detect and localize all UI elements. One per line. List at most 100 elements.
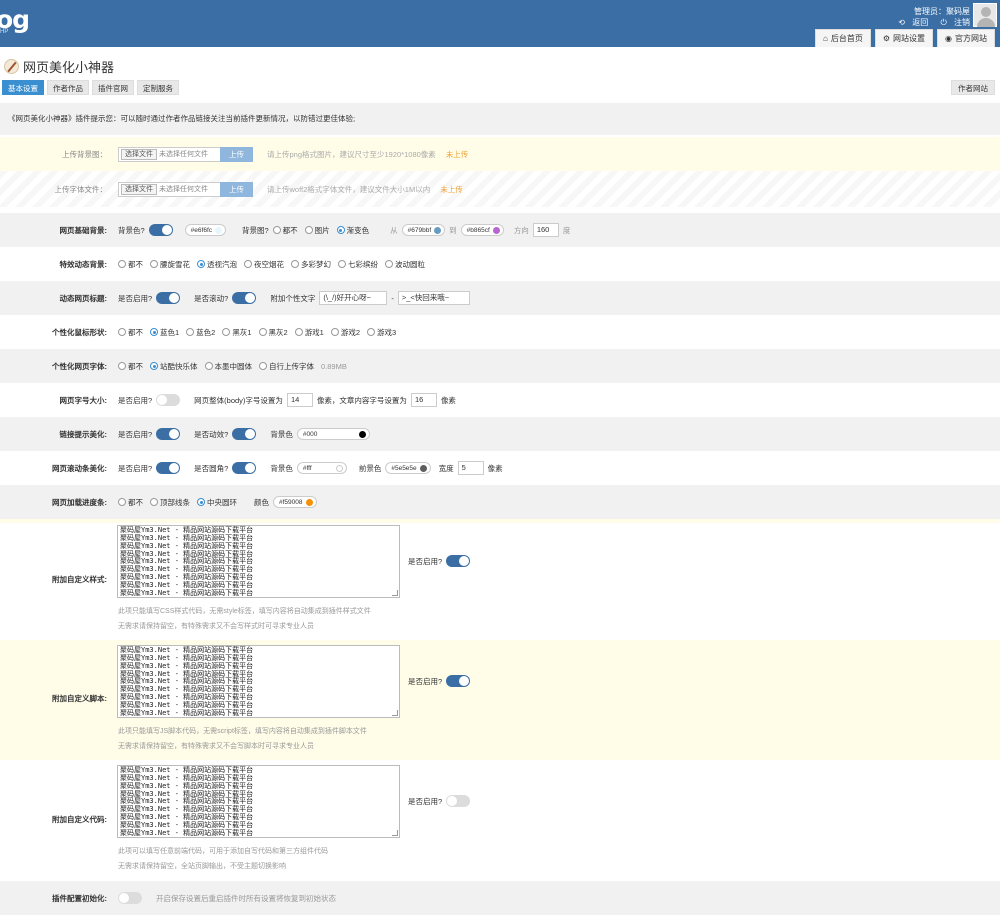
- radio[interactable]: [304, 226, 313, 234]
- radio[interactable]: [204, 362, 213, 370]
- link-toggle[interactable]: [156, 428, 181, 440]
- font-option[interactable]: 都不: [118, 361, 143, 372]
- radio[interactable]: [367, 328, 376, 336]
- body-size-input[interactable]: 14: [286, 393, 313, 407]
- cursor-option[interactable]: 蓝色1: [150, 327, 179, 338]
- radio[interactable]: [118, 362, 126, 370]
- dynamic-title-toggle[interactable]: [156, 292, 181, 304]
- radio[interactable]: [244, 260, 252, 268]
- progress-color-picker[interactable]: #f59008: [273, 496, 317, 508]
- effect-option[interactable]: 都不: [118, 259, 143, 270]
- cursor-option[interactable]: 都不: [118, 327, 143, 338]
- radio[interactable]: [222, 328, 231, 336]
- cursor-option[interactable]: 黑灰2: [258, 327, 288, 338]
- cursor-option[interactable]: 游戏3: [367, 327, 396, 338]
- custom-js-textarea[interactable]: 聚码屋Ym3.Net - 精品网站源码下载平台 聚码屋Ym3.Net - 精品网站…: [117, 645, 400, 718]
- font-size-toggle[interactable]: [156, 394, 181, 406]
- progress-option[interactable]: 都不: [118, 497, 143, 508]
- radio[interactable]: [150, 328, 158, 336]
- progress-option[interactable]: 中央圆环: [197, 497, 237, 508]
- back-link[interactable]: ⟲ 返回: [893, 18, 928, 27]
- font-option[interactable]: 站酷快乐体: [150, 361, 198, 372]
- to-color-picker[interactable]: #b865cf: [460, 224, 504, 236]
- effect-option[interactable]: 七彩缤纷: [338, 259, 378, 270]
- avatar[interactable]: [973, 3, 997, 27]
- bg-color-picker[interactable]: #e6f6fc: [184, 224, 226, 236]
- nav-admin-home[interactable]: ⌂ 后台首页: [815, 29, 871, 47]
- radio[interactable]: [291, 260, 299, 268]
- radio[interactable]: [118, 328, 126, 336]
- direction-label: 方向: [513, 225, 529, 235]
- radio[interactable]: [197, 260, 205, 268]
- scrollbar-width-input[interactable]: 5: [457, 461, 484, 475]
- font-option[interactable]: 自行上传字体: [259, 361, 314, 372]
- effect-option[interactable]: 波动圆粒: [385, 259, 425, 270]
- custom-code-textarea[interactable]: 聚码屋Ym3.Net - 精品网站源码下载平台 聚码屋Ym3.Net - 精品网站…: [117, 765, 400, 838]
- title-text-input-2[interactable]: >_<快回来哦~: [397, 291, 470, 305]
- radio[interactable]: [294, 328, 303, 336]
- radio[interactable]: [197, 498, 205, 506]
- link-bg-color-picker[interactable]: #000: [296, 428, 370, 440]
- resize-grip[interactable]: [392, 710, 398, 716]
- radio[interactable]: [118, 260, 126, 268]
- bg-option-none[interactable]: 都不: [272, 225, 298, 236]
- title-text-input-1[interactable]: (\_/)好开心呀~: [319, 291, 388, 305]
- tab-custom-service[interactable]: 定制服务: [137, 80, 179, 95]
- custom-css-textarea[interactable]: 聚码屋Ym3.Net - 精品网站源码下载平台 聚码屋Ym3.Net - 精品网站…: [117, 525, 400, 598]
- custom-code-toggle[interactable]: [446, 795, 471, 807]
- scrollbar-toggle[interactable]: [156, 462, 181, 474]
- effect-option[interactable]: 夜空烟花: [244, 259, 284, 270]
- choose-file-button[interactable]: 选择文件: [121, 148, 157, 160]
- font-file-input[interactable]: 选择文件 未选择任何文件: [118, 181, 221, 197]
- radio[interactable]: [118, 498, 126, 506]
- nav-site-settings[interactable]: ⚙ 网站设置: [874, 29, 934, 47]
- resize-grip[interactable]: [392, 830, 398, 836]
- custom-js-toggle[interactable]: [446, 675, 471, 687]
- radio[interactable]: [338, 260, 346, 268]
- direction-input[interactable]: 160: [532, 223, 559, 237]
- cursor-option[interactable]: 游戏1: [294, 327, 324, 338]
- scroll-toggle[interactable]: [232, 292, 257, 304]
- bg-file-input[interactable]: 选择文件 未选择任何文件: [118, 146, 221, 162]
- content-size-input[interactable]: 16: [410, 393, 437, 407]
- radio[interactable]: [150, 362, 158, 370]
- cursor-option[interactable]: 黑灰1: [222, 327, 252, 338]
- resize-grip[interactable]: [392, 590, 398, 596]
- scrollbar-bg-picker[interactable]: #fff: [296, 462, 347, 474]
- radio[interactable]: [336, 226, 345, 234]
- bg-color-toggle[interactable]: [148, 224, 173, 236]
- radio[interactable]: [150, 498, 158, 506]
- radio[interactable]: [330, 328, 339, 336]
- reset-toggle[interactable]: [118, 892, 142, 904]
- cursor-option[interactable]: 游戏2: [330, 327, 360, 338]
- effect-option[interactable]: 腰旋雪花: [150, 259, 190, 270]
- dynamic-title-row: 动态网页标题: 是否启用? 是否滚动? 附加个性文字 (\_/)好开心呀~ - …: [0, 281, 1000, 315]
- font-option[interactable]: 本墨中圆体: [204, 361, 252, 372]
- tab-author-works[interactable]: 作者作品: [47, 80, 89, 95]
- from-color-picker[interactable]: #679bbf: [401, 224, 446, 236]
- progress-option[interactable]: 顶部线条: [150, 497, 190, 508]
- tab-basic-settings[interactable]: 基本设置: [2, 80, 44, 95]
- scrollbar-fg-picker[interactable]: #5e5e5e: [385, 462, 431, 474]
- bg-option-image[interactable]: 图片: [304, 225, 330, 236]
- radio[interactable]: [258, 328, 267, 336]
- upload-font-button[interactable]: 上传: [220, 181, 253, 197]
- cursor-option[interactable]: 蓝色2: [186, 327, 215, 338]
- round-toggle[interactable]: [232, 462, 257, 474]
- radio[interactable]: [150, 260, 158, 268]
- radio[interactable]: [259, 362, 267, 370]
- logout-link[interactable]: ⏻ 注销: [935, 18, 970, 27]
- bg-option-gradient[interactable]: 渐变色: [336, 225, 369, 236]
- radio[interactable]: [385, 260, 393, 268]
- author-site-button[interactable]: 作者网站: [951, 80, 995, 95]
- custom-css-toggle[interactable]: [446, 555, 471, 567]
- anim-toggle[interactable]: [232, 428, 257, 440]
- radio[interactable]: [186, 328, 195, 336]
- effect-option[interactable]: 透视汽泡: [197, 259, 237, 270]
- choose-file-button[interactable]: 选择文件: [121, 183, 157, 195]
- nav-official-site[interactable]: ◉ 官方网站: [937, 29, 995, 47]
- upload-bg-button[interactable]: 上传: [220, 146, 253, 162]
- radio[interactable]: [272, 226, 281, 234]
- tab-plugin-site[interactable]: 插件官网: [92, 80, 134, 95]
- effect-option[interactable]: 多彩梦幻: [291, 259, 331, 270]
